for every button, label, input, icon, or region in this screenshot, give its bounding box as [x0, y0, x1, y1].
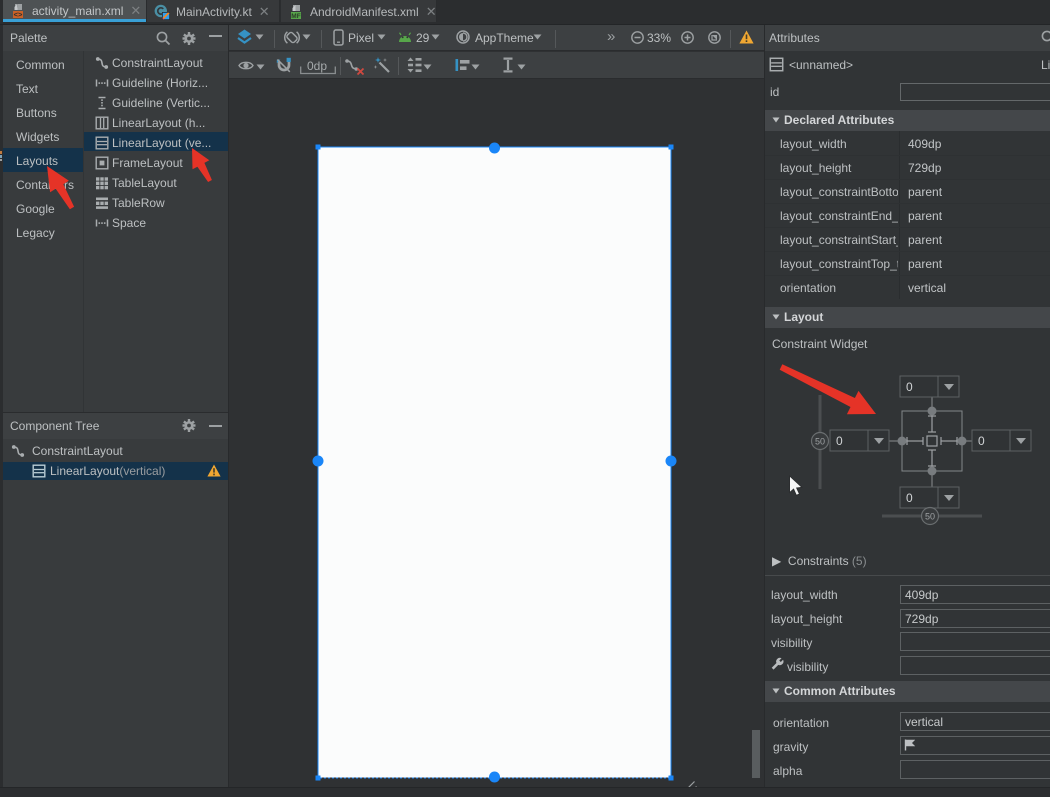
svg-text:50: 50	[925, 512, 935, 522]
svg-text:0: 0	[978, 434, 985, 448]
svg-text:0: 0	[836, 434, 843, 448]
svg-text:<>: <>	[14, 10, 23, 19]
svg-text:50: 50	[815, 437, 825, 447]
svg-text:MF: MF	[291, 13, 300, 20]
svg-text:0: 0	[906, 380, 913, 394]
svg-text:0: 0	[906, 491, 913, 505]
